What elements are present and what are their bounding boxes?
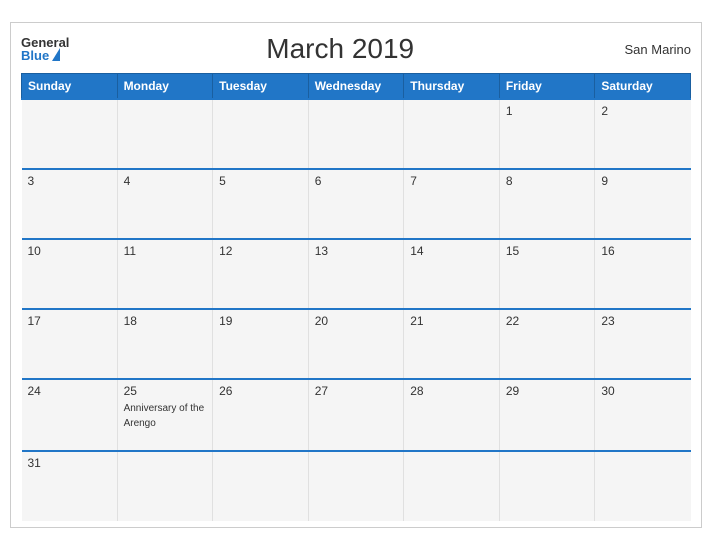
day-cell-2: 2 <box>595 99 691 169</box>
day-cell-26: 26 <box>213 379 309 451</box>
empty-cell <box>499 451 595 521</box>
day-number: 14 <box>410 244 493 258</box>
weekday-header-row: SundayMondayTuesdayWednesdayThursdayFrid… <box>22 74 691 100</box>
day-cell-1: 1 <box>499 99 595 169</box>
empty-cell <box>213 451 309 521</box>
day-number: 30 <box>601 384 684 398</box>
day-number: 4 <box>124 174 207 188</box>
day-cell-31: 31 <box>22 451 118 521</box>
day-number: 16 <box>601 244 684 258</box>
weekday-header-thursday: Thursday <box>404 74 500 100</box>
day-cell-8: 8 <box>499 169 595 239</box>
week-row-4: 17 18 19 20 21 22 23 <box>22 309 691 379</box>
week-row-5: 24 25 Anniversary of the Arengo 26 27 28 29 30 <box>22 379 691 451</box>
day-cell-15: 15 <box>499 239 595 309</box>
empty-cell <box>117 99 213 169</box>
day-cell-28: 28 <box>404 379 500 451</box>
day-cell-19: 19 <box>213 309 309 379</box>
calendar-header: General Blue March 2019 San Marino <box>21 33 691 65</box>
day-number: 10 <box>28 244 111 258</box>
day-cell-18: 18 <box>117 309 213 379</box>
logo-blue-text: Blue <box>21 49 60 62</box>
day-number: 18 <box>124 314 207 328</box>
day-cell-11: 11 <box>117 239 213 309</box>
calendar-table: SundayMondayTuesdayWednesdayThursdayFrid… <box>21 73 691 521</box>
day-number: 28 <box>410 384 493 398</box>
day-number: 23 <box>601 314 684 328</box>
calendar-title: March 2019 <box>69 33 611 65</box>
week-row-3: 10 11 12 13 14 15 16 <box>22 239 691 309</box>
empty-cell <box>404 451 500 521</box>
day-number: 17 <box>28 314 111 328</box>
day-number: 6 <box>315 174 398 188</box>
day-cell-22: 22 <box>499 309 595 379</box>
logo: General Blue <box>21 36 69 62</box>
day-cell-7: 7 <box>404 169 500 239</box>
day-number: 8 <box>506 174 589 188</box>
day-cell-20: 20 <box>308 309 404 379</box>
day-cell-23: 23 <box>595 309 691 379</box>
day-cell-10: 10 <box>22 239 118 309</box>
day-cell-29: 29 <box>499 379 595 451</box>
day-number: 29 <box>506 384 589 398</box>
empty-cell <box>308 99 404 169</box>
day-cell-17: 17 <box>22 309 118 379</box>
week-row-6: 31 <box>22 451 691 521</box>
weekday-header-friday: Friday <box>499 74 595 100</box>
weekday-header-wednesday: Wednesday <box>308 74 404 100</box>
day-cell-25: 25 Anniversary of the Arengo <box>117 379 213 451</box>
week-row-2: 3456789 <box>22 169 691 239</box>
day-cell-30: 30 <box>595 379 691 451</box>
day-number: 1 <box>506 104 589 118</box>
day-cell-16: 16 <box>595 239 691 309</box>
day-number: 25 <box>124 384 207 398</box>
day-number: 3 <box>28 174 111 188</box>
day-cell-12: 12 <box>213 239 309 309</box>
empty-cell <box>117 451 213 521</box>
event-text: Anniversary of the Arengo <box>124 403 205 429</box>
weekday-header-sunday: Sunday <box>22 74 118 100</box>
empty-cell <box>22 99 118 169</box>
empty-cell <box>404 99 500 169</box>
week-row-1: 12 <box>22 99 691 169</box>
empty-cell <box>595 451 691 521</box>
day-number: 15 <box>506 244 589 258</box>
day-cell-24: 24 <box>22 379 118 451</box>
calendar-container: General Blue March 2019 San Marino Sunda… <box>10 22 702 528</box>
day-cell-9: 9 <box>595 169 691 239</box>
day-cell-14: 14 <box>404 239 500 309</box>
day-number: 26 <box>219 384 302 398</box>
day-number: 2 <box>601 104 684 118</box>
day-number: 9 <box>601 174 684 188</box>
day-cell-13: 13 <box>308 239 404 309</box>
day-number: 27 <box>315 384 398 398</box>
day-cell-6: 6 <box>308 169 404 239</box>
day-number: 19 <box>219 314 302 328</box>
day-number: 5 <box>219 174 302 188</box>
empty-cell <box>213 99 309 169</box>
weekday-header-saturday: Saturday <box>595 74 691 100</box>
day-number: 21 <box>410 314 493 328</box>
day-cell-27: 27 <box>308 379 404 451</box>
day-number: 22 <box>506 314 589 328</box>
day-number: 20 <box>315 314 398 328</box>
day-cell-3: 3 <box>22 169 118 239</box>
empty-cell <box>308 451 404 521</box>
day-number: 12 <box>219 244 302 258</box>
day-cell-5: 5 <box>213 169 309 239</box>
weekday-header-monday: Monday <box>117 74 213 100</box>
day-cell-4: 4 <box>117 169 213 239</box>
day-number: 31 <box>28 456 111 470</box>
logo-triangle-icon <box>52 48 60 61</box>
day-cell-21: 21 <box>404 309 500 379</box>
weekday-header-tuesday: Tuesday <box>213 74 309 100</box>
day-number: 11 <box>124 244 207 258</box>
day-number: 7 <box>410 174 493 188</box>
day-number: 13 <box>315 244 398 258</box>
day-number: 24 <box>28 384 111 398</box>
calendar-country: San Marino <box>611 42 691 57</box>
